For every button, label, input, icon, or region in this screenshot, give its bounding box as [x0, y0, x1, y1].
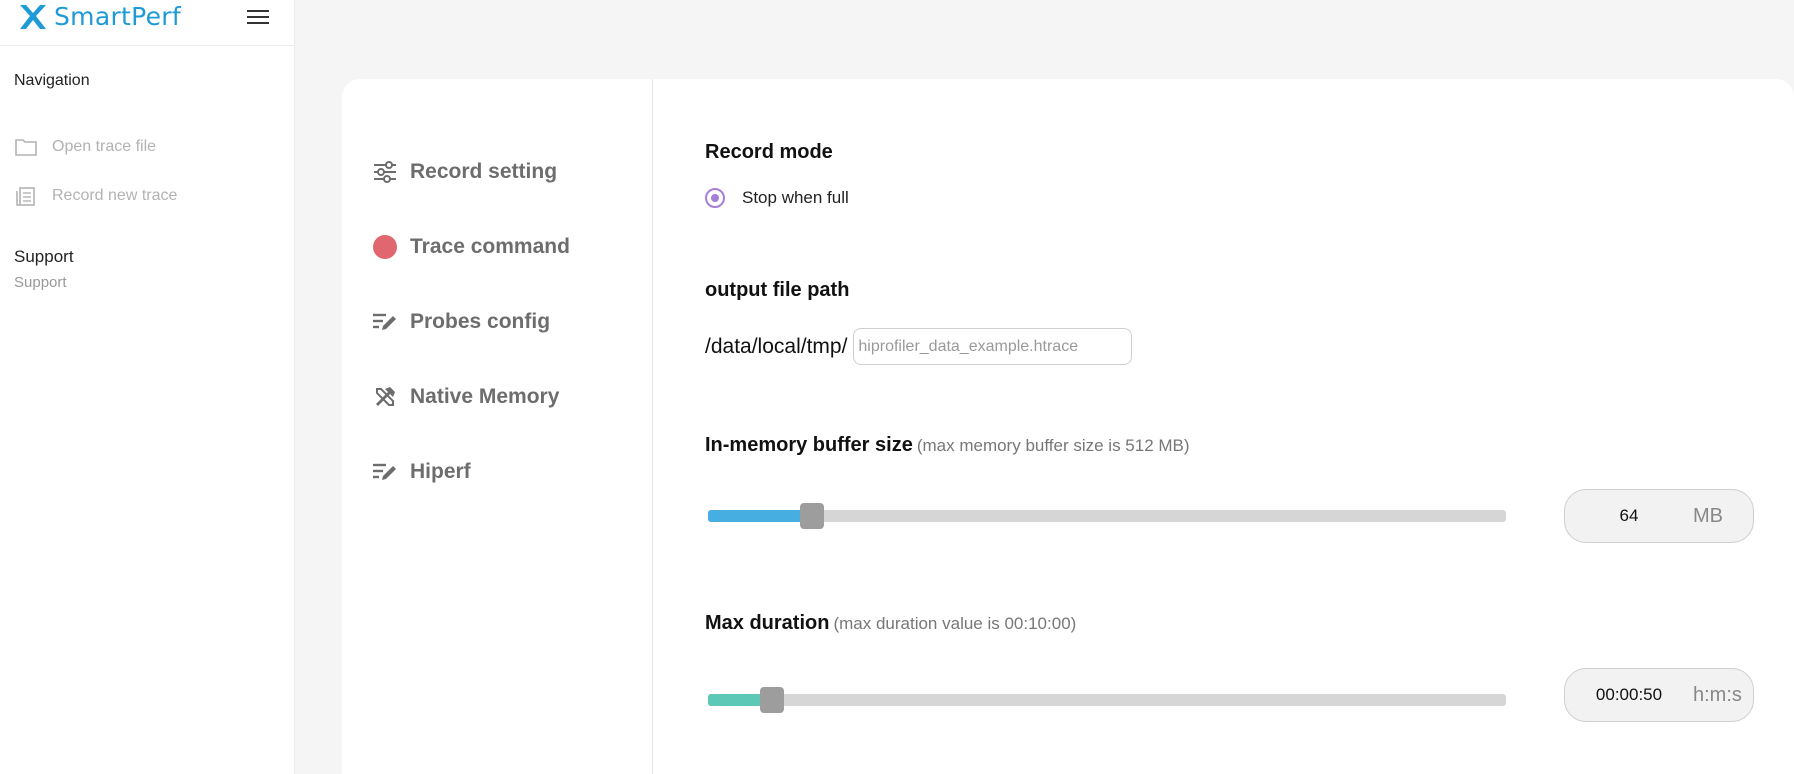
- sidebar-header: SmartPerf: [0, 0, 294, 46]
- sidebar: SmartPerf Navigation Open trace file Rec…: [0, 0, 295, 774]
- max-duration-label: Max duration: [705, 612, 830, 634]
- record-mode-title: Record mode: [705, 141, 833, 163]
- buffer-size-slider-thumb[interactable]: [799, 503, 824, 529]
- tab-label: Trace command: [410, 235, 570, 258]
- tab-hiperf[interactable]: Hiperf: [372, 459, 471, 485]
- output-path-prefix: /data/local/tmp/: [705, 334, 848, 358]
- card-divider: [652, 79, 653, 774]
- sidebar-item-record-new-trace[interactable]: Record new trace: [14, 186, 177, 206]
- tab-label: Hiperf: [410, 460, 471, 483]
- record-settings-card: Record setting Trace command Probes conf…: [342, 79, 1794, 774]
- max-duration-slider-thumb[interactable]: [759, 687, 784, 713]
- max-duration-title: Max duration (max duration value is 00:10…: [705, 612, 1076, 635]
- max-duration-note: (max duration value is 00:10:00): [833, 614, 1077, 633]
- buffer-size-value-box[interactable]: 64 MB: [1564, 489, 1754, 543]
- tab-record-setting[interactable]: Record setting: [372, 159, 557, 185]
- tab-label: Native Memory: [410, 385, 560, 408]
- buffer-size-note: (max memory buffer size is 512 MB): [916, 436, 1190, 455]
- tab-native-memory[interactable]: Native Memory: [372, 384, 559, 410]
- hamburger-menu-icon[interactable]: [245, 6, 271, 28]
- max-duration-value-box[interactable]: 00:00:50 h:m:s: [1564, 668, 1754, 722]
- sidebar-item-label: Record new trace: [52, 187, 178, 204]
- logo-text: SmartPerf: [54, 2, 181, 31]
- folder-icon: [15, 139, 37, 156]
- smartperf-logo-icon: [20, 4, 46, 29]
- navigation-title: Navigation: [14, 72, 90, 89]
- logo[interactable]: SmartPerf: [18, 2, 181, 31]
- buffer-size-slider[interactable]: [708, 503, 1506, 529]
- max-duration-value[interactable]: 00:00:50: [1565, 685, 1693, 705]
- buffer-size-label: In-memory buffer size: [705, 434, 913, 456]
- copy-icon: [16, 187, 35, 206]
- edit-icon: [372, 459, 398, 485]
- output-path-row: /data/local/tmp/: [705, 328, 1133, 365]
- sliders-icon: [372, 159, 398, 185]
- output-file-name-input[interactable]: [853, 328, 1133, 365]
- max-duration-unit: h:m:s: [1693, 683, 1742, 706]
- buffer-size-slider-fill: [708, 510, 812, 522]
- support-title[interactable]: Support: [14, 247, 74, 267]
- support-link[interactable]: Support: [14, 274, 67, 291]
- output-path-title: output file path: [705, 279, 850, 301]
- tab-label: Probes config: [410, 310, 551, 333]
- max-duration-slider[interactable]: [708, 687, 1506, 713]
- tab-trace-command[interactable]: Trace command: [372, 234, 570, 260]
- tab-label: Record setting: [410, 160, 558, 183]
- stop-when-full-option[interactable]: Stop when full: [705, 188, 849, 208]
- stop-when-full-radio[interactable]: [705, 188, 725, 208]
- edit-icon: [372, 309, 398, 335]
- tools-icon: [372, 384, 398, 410]
- sidebar-item-open-trace-file[interactable]: Open trace file: [14, 137, 156, 157]
- buffer-size-unit: MB: [1693, 504, 1723, 527]
- record-dot-icon: [372, 234, 398, 260]
- sidebar-item-label: Open trace file: [52, 138, 157, 155]
- buffer-size-title: In-memory buffer size (max memory buffer …: [705, 434, 1190, 457]
- stop-when-full-label: Stop when full: [742, 188, 849, 207]
- buffer-size-value[interactable]: 64: [1565, 506, 1693, 526]
- tab-probes-config[interactable]: Probes config: [372, 309, 550, 335]
